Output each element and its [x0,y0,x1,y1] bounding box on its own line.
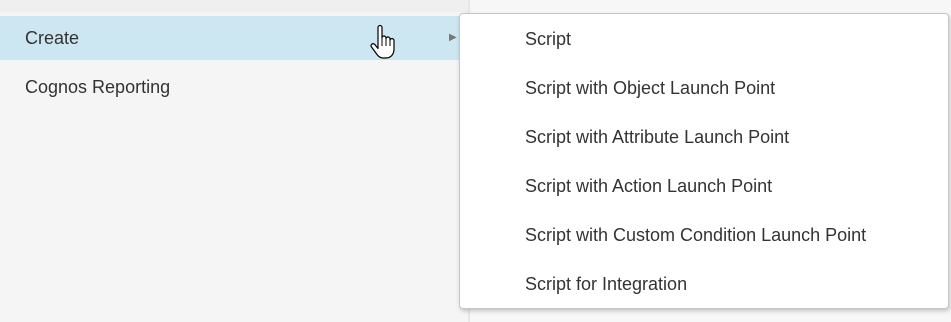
submenu-item-label: Script with Action Launch Point [525,176,773,196]
submenu-item-label: Script with Object Launch Point [525,78,776,98]
screen: Create ▶ Cognos Reporting Script Script … [0,0,951,322]
submenu-item-script-for-integration[interactable]: Script for Integration [460,264,948,304]
submenu-item-script-object-launch-point[interactable]: Script with Object Launch Point [460,68,948,108]
submenu-item-label: Script with Custom Condition Launch Poin… [525,225,867,245]
submenu-item-script-action-launch-point[interactable]: Script with Action Launch Point [460,166,948,206]
submenu-item-script-attribute-launch-point[interactable]: Script with Attribute Launch Point [460,117,948,157]
menu-top-strip [0,0,468,12]
submenu-item-label: Script for Integration [525,274,688,294]
menu-item-cognos-reporting[interactable]: Cognos Reporting [0,65,468,109]
submenu-item-script-custom-condition-launch-point[interactable]: Script with Custom Condition Launch Poin… [460,215,948,255]
submenu-item-script[interactable]: Script [460,19,948,59]
caret-right-icon: ▶ [449,32,457,43]
hand-pointer-icon [370,25,395,59]
submenu-item-label: Script with Attribute Launch Point [525,127,790,147]
menu-item-label: Cognos Reporting [25,77,171,97]
menu-item-label: Create [25,28,80,48]
create-submenu: Script Script with Object Launch Point S… [459,13,949,309]
submenu-item-label: Script [525,29,572,49]
